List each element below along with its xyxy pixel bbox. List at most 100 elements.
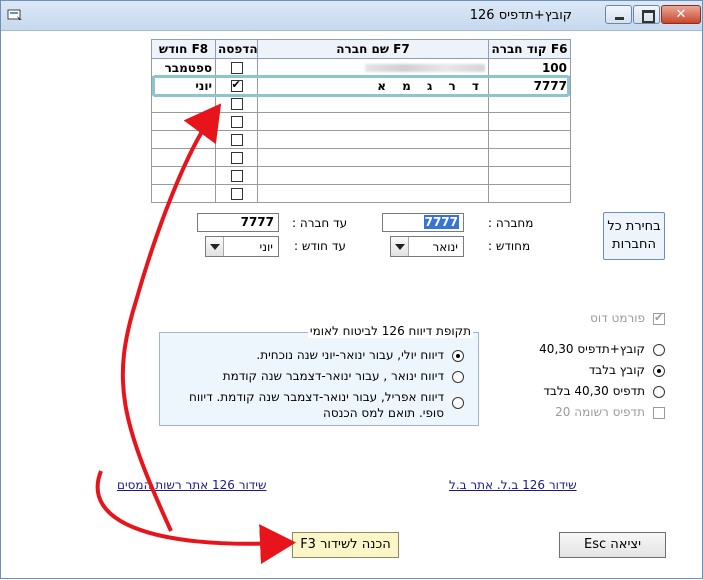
- period-label-july: דיווח יולי, עבור ינואר-יוני שנה נוכחית.: [256, 348, 444, 362]
- print-checkbox[interactable]: [230, 98, 243, 110]
- chevron-down-icon[interactable]: [206, 237, 224, 256]
- cell-company-name[interactable]: [257, 112, 489, 131]
- output-option-print-only[interactable]: תדפיס 40,30 בלבד: [531, 384, 665, 400]
- selected-row-highlight: [152, 75, 570, 97]
- output-option-file-only[interactable]: קובץ בלבד: [531, 363, 665, 379]
- header-code[interactable]: קוד חברה F6: [488, 39, 571, 59]
- print-checkbox[interactable]: [230, 170, 243, 182]
- period-radio-january[interactable]: [452, 371, 464, 383]
- blurred-company-name: [365, 63, 485, 72]
- period-option-january[interactable]: דיווח ינואר , עבור ינואר-דצמבר שנה קודמת: [164, 369, 464, 385]
- cell-month[interactable]: [151, 166, 216, 185]
- output-label-file-only: קובץ בלבד: [588, 363, 645, 377]
- cell-company-name[interactable]: [257, 58, 489, 77]
- maximize-button[interactable]: [633, 5, 660, 24]
- cell-month[interactable]: ספטמבר: [151, 58, 216, 77]
- output-label-file-print: קובץ+תדפיס 40,30: [539, 342, 645, 356]
- companies-grid: חודש F8 הדפסה שם חברה F7 קוד חברה F6 ספט…: [151, 39, 571, 203]
- cell-print[interactable]: [215, 148, 258, 167]
- header-name[interactable]: שם חברה F7: [257, 39, 489, 59]
- print-checkbox[interactable]: [230, 152, 243, 164]
- table-row[interactable]: [151, 166, 571, 185]
- cell-month[interactable]: [151, 148, 216, 167]
- table-row[interactable]: [151, 130, 571, 149]
- output-option-file-print[interactable]: קובץ+תדפיס 40,30: [531, 342, 665, 358]
- header-month[interactable]: חודש F8: [151, 39, 216, 59]
- from-company-label: מחברה :: [488, 216, 534, 230]
- select-all-companies-button[interactable]: בחירת כל החברות: [603, 212, 665, 260]
- output-radio-file-print[interactable]: [653, 344, 665, 356]
- table-row[interactable]: [151, 184, 571, 203]
- cell-print[interactable]: [215, 130, 258, 149]
- report-period-group: תקופת דיווח 126 לביטוח לאומי דיווח יולי,…: [159, 324, 479, 426]
- cell-company-code[interactable]: [488, 148, 571, 167]
- prepare-transmission-button[interactable]: הכנה לשידור F3: [292, 532, 399, 558]
- from-month-select[interactable]: ינואר: [390, 236, 464, 257]
- bituach-leumi-link[interactable]: שידור 126 ב.ל. אתר ב.ל: [449, 478, 577, 492]
- cell-print[interactable]: [215, 184, 258, 203]
- cell-month[interactable]: [151, 184, 216, 203]
- tax-authority-link[interactable]: שידור 126 אתר רשות המסים: [117, 478, 266, 492]
- app-icon: [7, 9, 22, 20]
- cell-company-name[interactable]: [257, 166, 489, 185]
- cell-company-code[interactable]: [488, 94, 571, 113]
- table-row[interactable]: [151, 148, 571, 167]
- dos-format-label: פורמט דוס: [590, 311, 645, 325]
- exit-button[interactable]: יציאה Esc: [559, 532, 666, 558]
- output-radio-file-only[interactable]: [653, 365, 665, 377]
- cell-company-code[interactable]: [488, 166, 571, 185]
- title-bar[interactable]: קובץ+תדפיס 126 ✕: [1, 1, 702, 31]
- from-month-label: מחודש :: [488, 239, 531, 253]
- output-radio-print-only[interactable]: [653, 386, 665, 398]
- cell-company-code[interactable]: [488, 130, 571, 149]
- print-checkbox[interactable]: [230, 134, 243, 146]
- close-icon: ✕: [675, 7, 687, 22]
- cell-company-code[interactable]: [488, 184, 571, 203]
- print-list20-label: תדפיס רשומה 20: [555, 405, 645, 419]
- period-label-april: דיווח אפריל, עבור ינואר-דצמבר שנה קודמת.…: [189, 390, 444, 420]
- main-window: קובץ+תדפיס 126 ✕ חודש F8 הדפסה שם חברה F…: [0, 0, 703, 579]
- cell-company-name[interactable]: [257, 130, 489, 149]
- period-option-july[interactable]: דיווח יולי, עבור ינואר-יוני שנה נוכחית.: [164, 348, 464, 364]
- minimize-button[interactable]: [605, 5, 632, 24]
- output-label-print-only: תדפיס 40,30 בלבד: [543, 384, 645, 398]
- print-checkbox[interactable]: [230, 62, 243, 74]
- period-radio-july[interactable]: [452, 350, 464, 362]
- table-row[interactable]: [151, 112, 571, 131]
- dos-format-option[interactable]: פורמט דוס: [541, 311, 665, 327]
- to-month-label: עד חודש :: [294, 239, 346, 253]
- cell-company-name[interactable]: [257, 148, 489, 167]
- cell-month[interactable]: [151, 130, 216, 149]
- print-list20-option[interactable]: תדפיס רשומה 20: [531, 405, 665, 421]
- cell-print[interactable]: [215, 112, 258, 131]
- period-label-january: דיווח ינואר , עבור ינואר-דצמבר שנה קודמת: [222, 369, 444, 383]
- dos-format-checkbox[interactable]: [653, 311, 665, 325]
- cell-month[interactable]: [151, 94, 216, 113]
- from-company-input[interactable]: 7777: [382, 213, 464, 232]
- print-list20-checkbox[interactable]: [653, 407, 665, 419]
- cell-print[interactable]: [215, 58, 258, 77]
- chevron-down-icon[interactable]: [391, 237, 409, 256]
- cell-company-name[interactable]: [257, 94, 489, 113]
- report-period-legend: תקופת דיווח 126 לביטוח לאומי: [307, 324, 473, 338]
- cell-company-code[interactable]: [488, 112, 571, 131]
- period-option-april[interactable]: דיווח אפריל, עבור ינואר-דצמבר שנה קודמת.…: [164, 389, 464, 423]
- print-checkbox[interactable]: [230, 116, 243, 128]
- close-button[interactable]: ✕: [661, 5, 701, 24]
- to-company-input[interactable]: 7777: [197, 213, 279, 232]
- window-title: קובץ+תדפיס 126: [469, 8, 572, 23]
- from-month-value: ינואר: [432, 240, 458, 254]
- to-month-value: יוני: [259, 240, 273, 254]
- print-checkbox[interactable]: [230, 188, 243, 200]
- table-row[interactable]: [151, 94, 571, 113]
- cell-company-code[interactable]: 100: [488, 58, 571, 77]
- cell-print[interactable]: [215, 94, 258, 113]
- to-company-label: עד חברה :: [292, 216, 348, 230]
- header-print[interactable]: הדפסה: [215, 39, 258, 59]
- cell-print[interactable]: [215, 166, 258, 185]
- cell-month[interactable]: [151, 112, 216, 131]
- period-radio-april[interactable]: [452, 397, 464, 409]
- to-month-select[interactable]: יוני: [205, 236, 279, 257]
- table-row[interactable]: ספטמבר 100: [151, 58, 571, 77]
- cell-company-name[interactable]: [257, 184, 489, 203]
